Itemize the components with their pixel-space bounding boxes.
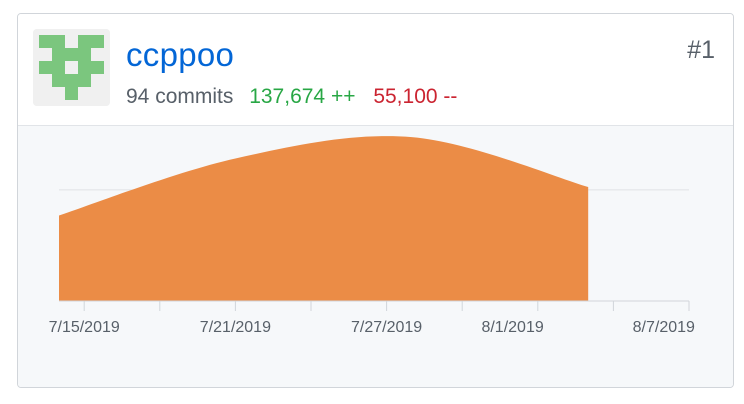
identicon-cell xyxy=(39,35,52,48)
identicon-cell xyxy=(52,35,65,48)
commits-area-series xyxy=(59,136,589,301)
contributor-stats: 94 commits 137,674 ++ 55,100 -- xyxy=(126,83,457,111)
identicon-cell xyxy=(91,61,104,74)
contributions-chart: 7/15/2019 7/21/2019 7/27/2019 8/1/2019 8/7/2… xyxy=(18,126,733,387)
identicon-cell xyxy=(65,48,78,61)
identicon-svg xyxy=(33,29,110,106)
identicon-cell xyxy=(52,74,65,87)
contributions-chart-svg: 7/15/2019 7/21/2019 7/27/2019 8/1/2019 8/7/2… xyxy=(49,136,695,336)
identicon-cell xyxy=(52,48,65,61)
identicon-cell xyxy=(78,35,91,48)
identicon-cell xyxy=(78,61,91,74)
identicon-cell xyxy=(78,74,91,87)
commits-count-link[interactable]: 94 commits xyxy=(126,85,233,108)
identicon-cell xyxy=(39,61,52,74)
identicon-avatar-icon[interactable] xyxy=(33,29,110,106)
identicon-cell xyxy=(91,35,104,48)
x-axis-tick-label: 7/15/2019 xyxy=(49,319,120,336)
contributor-card: ccppoo 94 commits 137,674 ++ 55,100 -- #… xyxy=(17,13,734,388)
x-axis-tick-label: 8/7/2019 xyxy=(633,319,695,336)
x-axis-tick-label: 7/21/2019 xyxy=(200,319,271,336)
identicon-cell xyxy=(65,74,78,87)
x-axis-tick-label: 7/27/2019 xyxy=(351,319,422,336)
identicon-cell xyxy=(52,61,65,74)
contributor-header: ccppoo 94 commits 137,674 ++ 55,100 -- #… xyxy=(18,14,733,126)
contributor-username-link[interactable]: ccppoo xyxy=(126,36,234,74)
identicon-cell xyxy=(78,48,91,61)
x-axis-tick-label: 8/1/2019 xyxy=(481,319,543,336)
contributor-rank: #1 xyxy=(687,36,715,64)
additions-count: 137,674 ++ xyxy=(249,85,356,108)
identicon-cell xyxy=(65,87,78,100)
deletions-count: 55,100 -- xyxy=(373,85,458,108)
